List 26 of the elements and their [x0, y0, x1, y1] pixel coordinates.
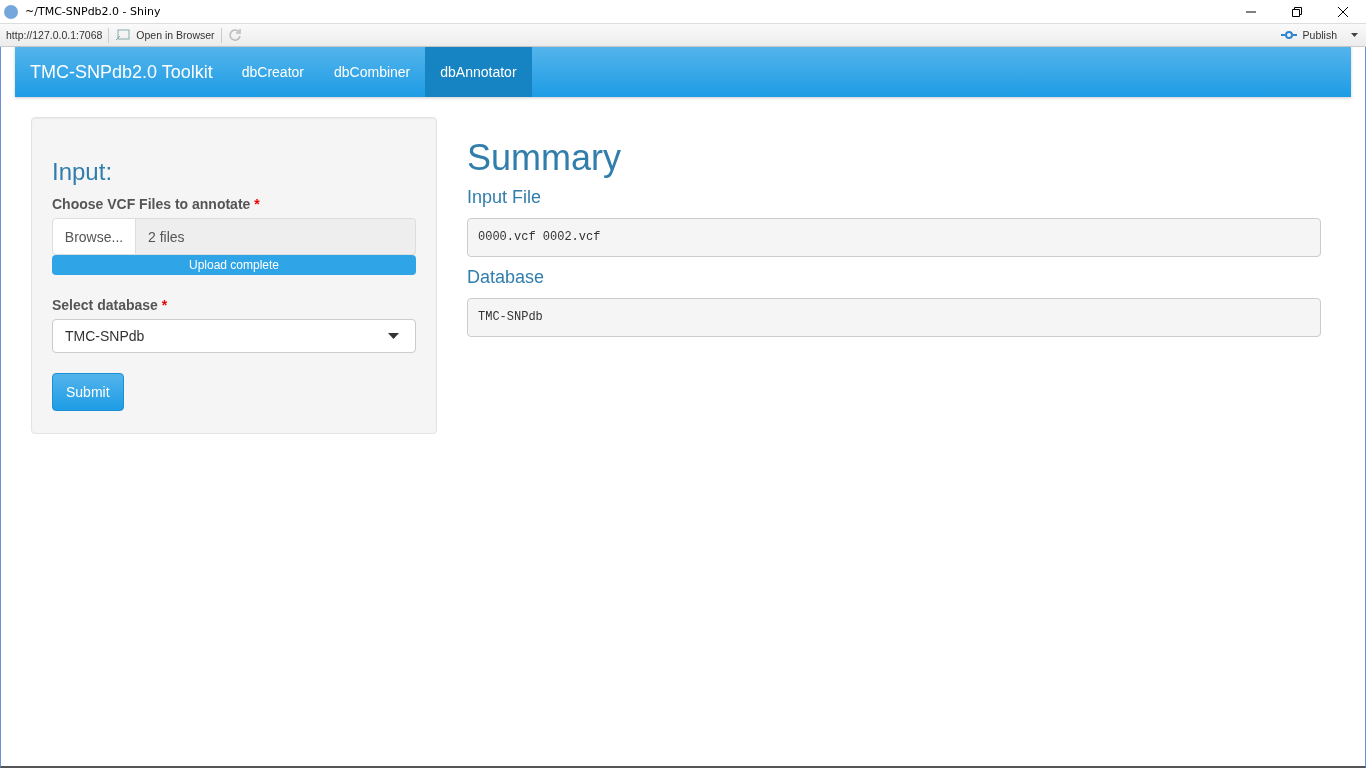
- window-title: ~/TMC-SNPdb2.0 - Shiny: [25, 5, 161, 18]
- open-in-browser-button[interactable]: Open in Browser: [136, 29, 215, 41]
- output-box: 0000.vcf 0002.vcf: [467, 218, 1321, 257]
- output-box: TMC-SNPdb: [467, 298, 1321, 337]
- publish-icon: [1280, 29, 1297, 41]
- browse-button[interactable]: Browse...: [52, 218, 136, 255]
- caret-icon[interactable]: [1351, 33, 1358, 37]
- required-mark: *: [254, 196, 260, 212]
- database-select[interactable]: TMC-SNPdb: [52, 319, 416, 353]
- publish-button[interactable]: Publish: [1302, 29, 1337, 41]
- required-mark: *: [161, 297, 168, 313]
- section-heading: Database: [467, 267, 546, 288]
- summary-heading: Summary: [467, 137, 623, 179]
- browser-window-icon: [115, 29, 131, 41]
- section-heading: Input File: [467, 187, 543, 208]
- restore-icon[interactable]: [1291, 5, 1303, 18]
- panel-heading: Input:: [52, 158, 114, 186]
- file-name-field: 2 files: [136, 218, 416, 255]
- field-label: Choose VCF Files to annotate: [52, 196, 251, 212]
- url-text: http://127.0.0.1:7068: [6, 29, 103, 41]
- caret-icon: [388, 333, 399, 339]
- nav-tab[interactable]: dbAnnotator: [425, 47, 532, 97]
- close-icon[interactable]: [1337, 5, 1349, 18]
- progress-text: Upload complete: [187, 257, 281, 274]
- brand-title: TMC-SNPdb2.0 Toolkit: [29, 60, 214, 84]
- field-label: Select database: [52, 297, 158, 313]
